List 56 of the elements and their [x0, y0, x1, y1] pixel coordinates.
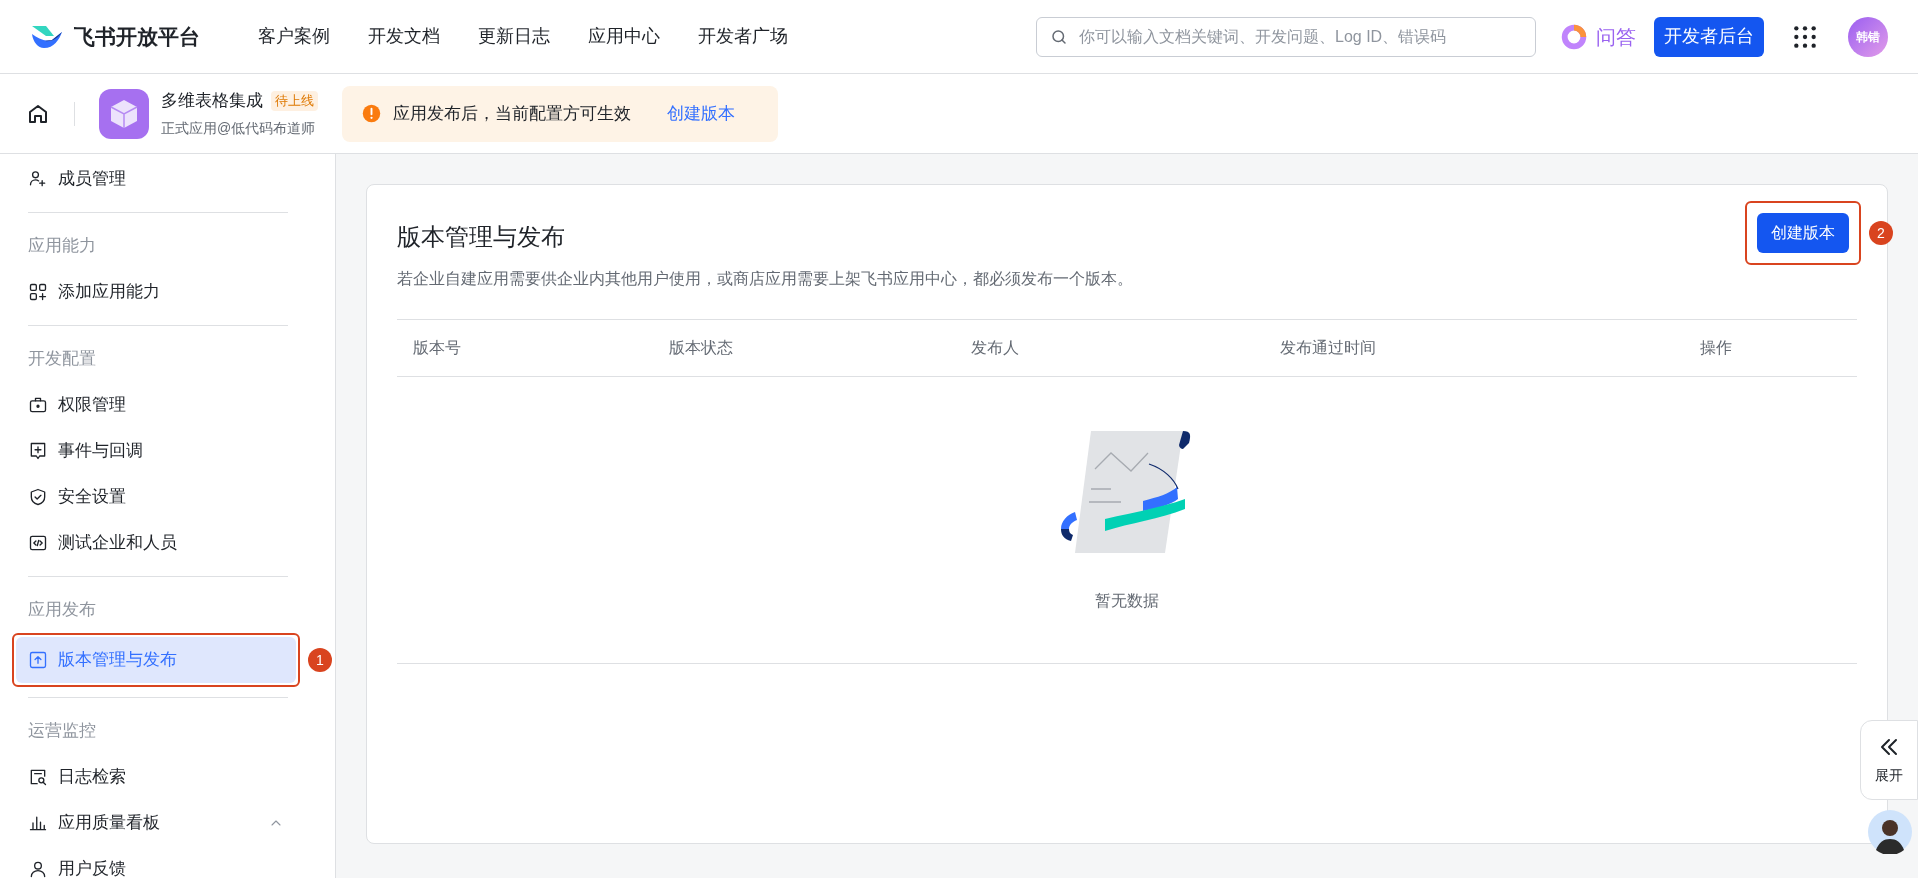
section-heading: 运营监控 [28, 720, 96, 743]
status-tag: 待上线 [271, 91, 318, 111]
message-plus-icon [28, 441, 48, 461]
annotation-badge: 2 [1869, 221, 1893, 245]
search-icon [1050, 27, 1068, 46]
sidebar-item[interactable]: 测试企业和人员 [16, 520, 296, 566]
nav-link[interactable]: 应用中心 [588, 23, 660, 50]
sidebar-item[interactable]: 添加应用能力 [16, 269, 296, 315]
search-field[interactable]: 你可以输入文档关键词、开发问题、Log ID、错误码 [1036, 16, 1536, 57]
person-add-icon [28, 169, 48, 189]
page-description: 若企业自建应用需要供企业内其他用户使用，或商店应用需要上架飞书应用中心，都必须发布一个版本。 [397, 269, 1133, 289]
upload-icon [28, 650, 48, 670]
developer-console-button[interactable]: 开发者后台 [1654, 16, 1764, 57]
shield-check-icon [28, 487, 48, 507]
ring-icon [1560, 22, 1588, 51]
nav-link[interactable]: 客户案例 [258, 23, 330, 50]
sidebar-item[interactable]: 权限管理 [16, 382, 296, 428]
empty-state-text: 暂无数据 [1095, 591, 1159, 611]
apps-grid-icon[interactable] [1792, 23, 1818, 50]
code-icon [28, 533, 48, 553]
create-version-link[interactable]: 创建版本 [667, 100, 735, 127]
assistant-avatar-icon[interactable] [1868, 810, 1912, 854]
column-header: 发布人 [971, 338, 1020, 358]
sidebar-item[interactable]: 应用质量看板 [16, 800, 296, 846]
logo-text: 飞书开放平台 [74, 23, 200, 50]
app-name: 多维表格集成 [161, 90, 263, 113]
column-header: 操作 [1700, 338, 1733, 358]
column-header: 版本状态 [669, 338, 734, 358]
sidebar-item[interactable]: 日志检索 [16, 754, 296, 800]
section-heading: 开发配置 [28, 348, 96, 371]
nav-link[interactable]: 更新日志 [478, 23, 550, 50]
expand-side-tab[interactable]: 展开 [1860, 720, 1918, 800]
sidebar-item[interactable]: 版本管理与发布 [16, 637, 296, 683]
notice-text: 应用发布后，当前配置方可生效 [393, 102, 631, 125]
app-cube-icon [99, 88, 149, 139]
warning-icon [362, 104, 381, 123]
log-search-icon [28, 767, 48, 787]
sidebar-item[interactable]: 成员管理 [16, 156, 296, 202]
create-version-button[interactable]: 创建版本 [1757, 213, 1849, 253]
page-title: 版本管理与发布 [397, 222, 566, 252]
column-header: 发布通过时间 [1280, 338, 1377, 358]
nav-link[interactable]: 开发文档 [368, 23, 440, 50]
nav-link[interactable]: 开发者广场 [698, 23, 788, 50]
briefcase-icon [28, 395, 48, 415]
section-heading: 应用发布 [28, 599, 96, 622]
sidebar-item[interactable]: 事件与回调 [16, 428, 296, 474]
section-heading: 应用能力 [28, 235, 96, 258]
qa-link[interactable]: 问答 [1560, 21, 1636, 52]
annotation-badge: 1 [308, 648, 332, 672]
column-header: 版本号 [413, 338, 462, 358]
sidebar-item[interactable]: 安全设置 [16, 474, 296, 520]
logo-icon [30, 23, 64, 50]
app-subtitle: 正式应用@低代码布道师 [161, 118, 317, 138]
grid-add-icon [28, 282, 48, 302]
sidebar-item[interactable]: 用户反馈 [16, 846, 296, 878]
person-icon [28, 859, 48, 878]
